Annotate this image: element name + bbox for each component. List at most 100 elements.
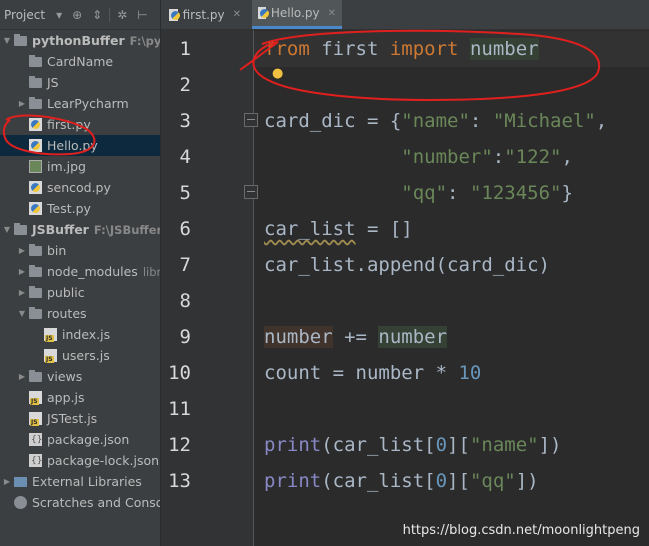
project-panel-header: Project ▾ ⊕ ⇕ ✲ ⊢: [0, 0, 160, 30]
expand-arrow-icon[interactable]: ▼: [2, 219, 12, 240]
tree-item-package-lock-json[interactable]: package-lock.json: [0, 450, 160, 472]
javascript-file-icon: [29, 391, 42, 405]
python-file-icon: [258, 7, 269, 19]
tree-item-label: routes: [47, 306, 87, 321]
tree-item-label: users.js: [62, 348, 110, 363]
lightbulb-icon[interactable]: ●: [272, 66, 283, 81]
line-number: 4: [179, 146, 191, 168]
tree-item-jsbuffer[interactable]: ▼ JSBuffer F:\JSBuffer: [0, 219, 160, 240]
tree-item-js[interactable]: JS: [0, 72, 160, 93]
hide-panel-icon[interactable]: ⊢: [137, 8, 147, 22]
tree-item-path: library: [142, 265, 161, 279]
folder-icon: [14, 34, 27, 46]
tree-item-public[interactable]: ▶ public: [0, 282, 160, 303]
tree-item-label: External Libraries: [32, 474, 142, 489]
tree-item-label: package-lock.json: [47, 453, 160, 468]
tree-item-label: JS: [47, 75, 59, 90]
tree-item-views[interactable]: ▶ views: [0, 366, 160, 387]
tree-item-index-js[interactable]: index.js: [0, 324, 160, 345]
gear-icon[interactable]: ✲: [117, 8, 127, 22]
javascript-file-icon: [29, 412, 42, 426]
code-line-12: print(car_list[0]["name"]): [264, 434, 562, 456]
close-icon[interactable]: ✕: [233, 9, 241, 20]
library-icon: [14, 477, 27, 487]
collapse-arrow-icon[interactable]: ▶: [17, 261, 27, 282]
tree-item-label: views: [47, 369, 83, 384]
scratches-icon: [14, 496, 27, 509]
python-file-icon: [29, 181, 42, 194]
python-file-icon: [169, 8, 180, 21]
tree-item-label: first.py: [47, 117, 91, 132]
tree-item-test-py[interactable]: Test.py: [0, 198, 160, 219]
fold-start-icon[interactable]: [244, 113, 258, 127]
code-line-13: print(car_list[0]["qq"]): [264, 470, 539, 492]
tree-item-label: app.js: [47, 390, 85, 405]
image-file-icon: [29, 160, 42, 173]
python-file-icon: [29, 139, 42, 152]
line-number: 11: [168, 398, 191, 420]
tab-hello-py[interactable]: Hello.py ✕: [252, 0, 342, 29]
project-panel: Project ▾ ⊕ ⇕ ✲ ⊢ ▼ pythonBuffer F:\python…: [0, 0, 161, 546]
code-line-7: car_list.append(card_dic): [264, 254, 550, 276]
tree-item-sencod-py[interactable]: sencod.py: [0, 177, 160, 198]
line-number: 8: [179, 290, 191, 312]
code-line-10: count = number * 10: [264, 362, 482, 384]
folder-icon: [29, 244, 42, 256]
collapse-all-icon[interactable]: ⇕: [92, 8, 102, 22]
tree-item-label: Test.py: [47, 201, 91, 216]
tree-item-im-jpg[interactable]: im.jpg: [0, 156, 160, 177]
folder-icon: [29, 76, 42, 88]
json-file-icon: [29, 451, 42, 472]
tree-item-label: JSBuffer: [32, 222, 89, 237]
tree-item-package-json[interactable]: package.json: [0, 429, 160, 451]
tree-item-pythonbuffer[interactable]: ▼ pythonBuffer F:\pythonB: [0, 30, 160, 51]
line-number: 9: [179, 326, 191, 348]
tree-item-routes[interactable]: ▼ routes: [0, 303, 160, 324]
tree-item-label: JSTest.js: [47, 411, 98, 426]
tree-item-users-js[interactable]: users.js: [0, 345, 160, 366]
tree-item-scratches-and-consoles[interactable]: Scratches and Consoles: [0, 492, 160, 513]
tab-first-py[interactable]: first.py ✕: [163, 0, 247, 29]
folder-icon: [29, 307, 42, 319]
project-view-selector[interactable]: Project: [4, 8, 45, 22]
tree-item-first-py[interactable]: first.py: [0, 114, 160, 135]
tree-item-label: sencod.py: [47, 180, 111, 195]
tree-item-learpycharm[interactable]: ▶ LearPycharm: [0, 93, 160, 114]
line-number: 7: [179, 254, 191, 276]
tree-item-cardname[interactable]: CardName: [0, 51, 160, 72]
tree-item-label: public: [47, 285, 85, 300]
tree-item-label: pythonBuffer: [32, 33, 125, 48]
collapse-arrow-icon[interactable]: ▶: [17, 240, 27, 261]
tree-item-path: F:\JSBuffer: [93, 223, 161, 237]
locate-target-icon[interactable]: ⊕: [72, 8, 82, 22]
javascript-file-icon: [44, 349, 57, 363]
watermark: https://blog.csdn.net/moonlightpeng: [402, 523, 640, 538]
project-tree: ▼ pythonBuffer F:\pythonB CardName JS ▶ LearPy…: [0, 30, 160, 513]
line-number: 13: [168, 470, 191, 492]
tree-item-app-js[interactable]: app.js: [0, 387, 160, 408]
tree-item-hello-py[interactable]: Hello.py: [0, 135, 160, 156]
collapse-arrow-icon[interactable]: ▶: [2, 471, 12, 492]
code-editor[interactable]: from first import number card_dic = {"na…: [254, 30, 649, 546]
tree-item-bin[interactable]: ▶ bin: [0, 240, 160, 261]
collapse-arrow-icon[interactable]: ▶: [17, 93, 27, 114]
folder-icon: [29, 265, 42, 277]
python-file-icon: [29, 202, 42, 215]
tree-item-label: node_modules: [47, 264, 138, 279]
collapse-arrow-icon[interactable]: ▶: [17, 366, 27, 387]
folder-icon: [29, 286, 42, 298]
code-line-1: from first import number: [254, 31, 649, 67]
tree-item-node-modules[interactable]: ▶ node_modules library: [0, 261, 160, 282]
line-number: 5: [179, 182, 191, 204]
tree-item-label: CardName: [47, 54, 114, 69]
view-dropdown-icon[interactable]: ▾: [56, 8, 62, 22]
tree-item-jstest-js[interactable]: JSTest.js: [0, 408, 160, 429]
close-icon[interactable]: ✕: [328, 8, 336, 19]
expand-arrow-icon[interactable]: ▼: [2, 30, 12, 51]
fold-end-icon[interactable]: [244, 185, 258, 199]
line-number: 1: [179, 38, 191, 60]
editor-gutter: 1 2 3 4 5 6 7 8 9 10 11 12 13: [161, 30, 254, 546]
tree-item-external-libraries[interactable]: ▶ External Libraries: [0, 471, 160, 492]
expand-arrow-icon[interactable]: ▼: [17, 303, 27, 324]
collapse-arrow-icon[interactable]: ▶: [17, 282, 27, 303]
